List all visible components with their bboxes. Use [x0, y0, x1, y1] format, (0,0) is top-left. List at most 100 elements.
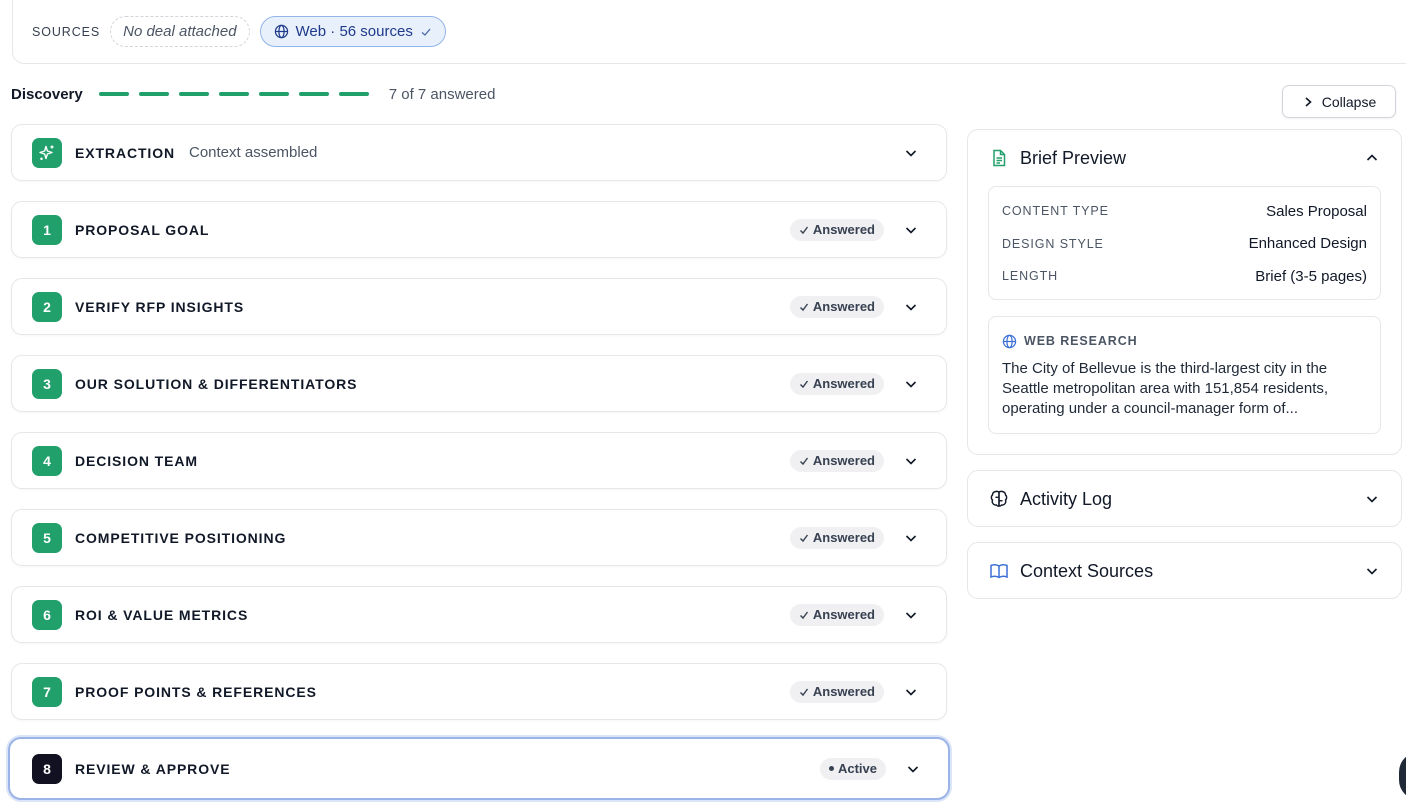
status-label: Answered: [812, 684, 875, 699]
activity-log-header[interactable]: Activity Log: [968, 471, 1401, 527]
extraction-subtitle: Context assembled: [189, 144, 318, 161]
brief-details: CONTENT TYPE Sales Proposal DESIGN STYLE En…: [988, 186, 1381, 300]
detail-key: DESIGN STYLE: [1002, 236, 1104, 251]
step-card[interactable]: 5 COMPETITIVE POSITIONING Answered: [11, 509, 947, 566]
step-card[interactable]: 7 PROOF POINTS & REFERENCES Answered: [11, 663, 947, 720]
globe-icon: [274, 24, 288, 39]
extraction-card[interactable]: EXTRACTION Context assembled: [11, 124, 947, 181]
brief-preview-title: Brief Preview: [1020, 147, 1127, 168]
sparkle-icon: [32, 137, 62, 168]
step-card[interactable]: 1 PROPOSAL GOAL Answered: [11, 201, 947, 258]
progress-segment: [98, 92, 129, 96]
context-sources-title: Context Sources: [1020, 560, 1154, 581]
web-research-header: WEB RESEARCH: [1002, 334, 1367, 349]
step-title: DECISION TEAM: [75, 452, 198, 469]
activity-log-title: Activity Log: [1020, 488, 1113, 509]
chevron-down-icon[interactable]: [904, 300, 918, 314]
collapse-button[interactable]: Collapse: [1282, 85, 1396, 118]
chevron-down-icon[interactable]: [904, 146, 918, 160]
step-number: 7: [32, 676, 62, 707]
status-badge: Answered: [789, 526, 884, 549]
status-label: Answered: [812, 530, 875, 545]
step-title: VERIFY RFP INSIGHTS: [75, 298, 245, 315]
status-label: Answered: [812, 299, 875, 314]
check-icon: [799, 688, 808, 696]
activity-log-panel[interactable]: Activity Log: [967, 470, 1402, 527]
discovery-progress: Discovery 7 of 7 answered: [11, 84, 495, 104]
book-open-icon: [990, 564, 1008, 579]
status-badge: Answered: [789, 603, 884, 626]
step-title: PROOF POINTS & REFERENCES: [75, 683, 317, 700]
progress-segment: [298, 92, 329, 96]
step-title: COMPETITIVE POSITIONING: [75, 529, 287, 546]
step-card[interactable]: 8 REVIEW & APPROVE Active: [8, 737, 950, 800]
step-title: PROPOSAL GOAL: [75, 221, 210, 238]
chat-launcher-button[interactable]: [1399, 752, 1406, 800]
web-sources-label: Web · 56 sources: [295, 23, 413, 40]
step-card[interactable]: 2 VERIFY RFP INSIGHTS Answered: [11, 278, 947, 335]
context-sources-panel[interactable]: Context Sources: [967, 542, 1402, 599]
check-icon: [799, 303, 808, 311]
web-research-text: The City of Bellevue is the third-larges…: [1002, 359, 1329, 417]
web-research-label: WEB RESEARCH: [1024, 334, 1138, 348]
collapse-label: Collapse: [1321, 93, 1377, 110]
chevron-down-icon[interactable]: [906, 762, 920, 776]
progress-segments: [98, 92, 369, 96]
discovery-title: Discovery: [11, 85, 83, 103]
status-badge: Active: [819, 757, 886, 780]
check-icon: [799, 534, 808, 542]
brief-preview-panel: Brief Preview CONTENT TYPE Sales Proposal…: [967, 129, 1402, 455]
chevron-down-icon[interactable]: [904, 531, 918, 545]
check-icon: [799, 457, 808, 465]
chevron-down-icon[interactable]: [904, 454, 918, 468]
step-card[interactable]: 4 DECISION TEAM Answered: [11, 432, 947, 489]
context-sources-header[interactable]: Context Sources: [968, 543, 1401, 599]
chevron-down-icon[interactable]: [1365, 492, 1379, 506]
web-sources-chip[interactable]: Web · 56 sources: [259, 16, 446, 47]
sources-label: SOURCES: [32, 24, 101, 39]
extraction-title: EXTRACTION: [75, 144, 175, 161]
step-title: OUR SOLUTION & DIFFERENTIATORS: [75, 375, 358, 392]
check-icon: [421, 28, 431, 36]
chevron-down-icon[interactable]: [1365, 564, 1379, 578]
chevron-down-icon[interactable]: [904, 685, 918, 699]
step-number: 1: [32, 214, 62, 245]
progress-segment: [338, 92, 369, 96]
step-number: 2: [32, 291, 62, 322]
web-research-box: WEB RESEARCH The City of Bellevue is the…: [988, 315, 1381, 434]
step-number: 8: [32, 753, 62, 784]
check-icon: [799, 226, 808, 234]
step-number: 4: [32, 445, 62, 476]
status-label: Answered: [812, 607, 875, 622]
step-number: 6: [32, 599, 62, 630]
detail-value: Brief (3-5 pages): [1255, 267, 1367, 285]
status-label: Answered: [812, 222, 875, 237]
document-icon: [993, 149, 1006, 167]
step-number: 3: [32, 368, 62, 399]
chevron-up-icon[interactable]: [1365, 151, 1379, 165]
status-badge: Answered: [789, 372, 884, 395]
status-badge: Answered: [789, 680, 884, 703]
status-label: Active: [837, 761, 877, 776]
step-card[interactable]: 6 ROI & VALUE METRICS Answered: [11, 586, 947, 643]
status-badge: Answered: [789, 295, 884, 318]
step-card[interactable]: 3 OUR SOLUTION & DIFFERENTIATORS Answered: [11, 355, 947, 412]
chevron-right-icon: [1305, 96, 1312, 107]
detail-key: LENGTH: [1002, 269, 1059, 284]
detail-row: CONTENT TYPE Sales Proposal: [1002, 195, 1367, 228]
status-label: Answered: [812, 453, 875, 468]
globe-icon: [1002, 334, 1017, 348]
chevron-down-icon[interactable]: [904, 608, 918, 622]
status-label: Answered: [812, 376, 875, 391]
step-title: REVIEW & APPROVE: [75, 760, 231, 777]
status-badge: Answered: [789, 218, 884, 241]
chevron-down-icon[interactable]: [904, 377, 918, 391]
discovery-count: 7 of 7 answered: [388, 85, 496, 103]
status-badge: Answered: [789, 449, 884, 472]
no-deal-chip[interactable]: No deal attached: [110, 16, 250, 47]
progress-segment: [218, 92, 249, 96]
brief-preview-header[interactable]: Brief Preview: [968, 130, 1401, 186]
step-title: ROI & VALUE METRICS: [75, 606, 249, 623]
progress-segment: [138, 92, 169, 96]
chevron-down-icon[interactable]: [904, 223, 918, 237]
